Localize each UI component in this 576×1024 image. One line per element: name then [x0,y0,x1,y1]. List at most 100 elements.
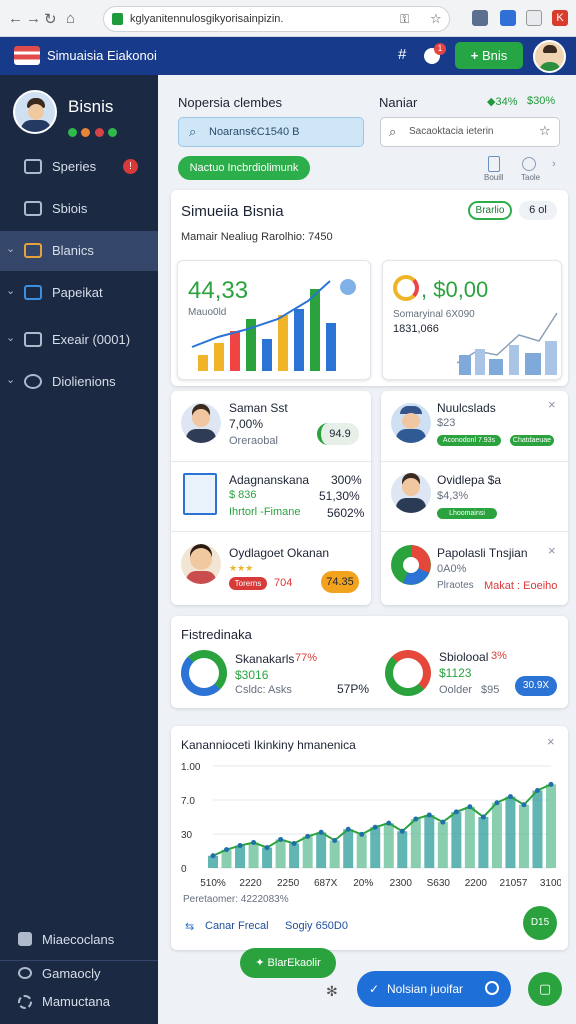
status-dots [68,124,118,142]
close-icon[interactable]: × [548,397,556,412]
x-tick-label: 687X [314,878,338,889]
chart-bar [437,822,448,868]
star-icon[interactable]: ☆ [539,123,551,139]
chart-bar [262,847,273,868]
cloud-icon[interactable] [522,157,536,171]
sidebar-item-papeikat[interactable]: ⌄ Papeikat [0,273,158,313]
sidebar-item-gamaocly[interactable]: Gamaocly [0,960,158,986]
chart-link[interactable]: Sogiy 650D0 [285,920,348,932]
city-graphic [456,312,558,375]
link-icon: ⇆ [185,921,195,933]
card-subtitle: Mamair Nealiug Rarolhio: 7450 [181,231,333,243]
home-icon[interactable]: ⌂ [66,10,75,27]
close-icon[interactable]: × [547,734,555,749]
stat-up: ◆34% [487,96,518,108]
chart-point [426,812,432,818]
fab-button[interactable]: D15 [523,906,557,940]
url-bar[interactable]: kglyanitennulosgikyorisainpizin. ⚿ ☆ [103,6,450,32]
chart-point [345,826,351,832]
chart-bar [343,829,354,868]
extension-icon[interactable] [526,10,542,26]
sidebar-item-mamuctana[interactable]: Mamuctana [0,989,158,1015]
x-tick-label: 3100 [540,878,561,889]
secondary-search-input[interactable]: ⌕ Sacaoktacia ieterin ☆ [380,117,560,147]
sidebar-item-blanics[interactable]: ⌄ Blanics [0,231,158,271]
chart-card: Kanannioceti Ikinkiny hmanenica × 1.00 7.… [171,726,568,950]
stat-value: $30% [527,95,556,107]
chart-bar [518,804,529,868]
chart-point [467,804,473,810]
chat-button[interactable]: ▢ [528,972,562,1006]
chart-point [521,802,527,808]
score-badge: 74.35 [321,571,359,593]
search-icon: ⌕ [189,124,197,139]
section-label: Naniar [379,95,418,110]
chart-link[interactable]: Canar Frecal [205,920,269,932]
value-panel[interactable]: , $0,00 Somaryinal 6X090 1831,066 [382,260,562,380]
plus-icon: ✦ [255,957,268,969]
chart-bar [424,814,435,868]
forward-icon[interactable]: → [26,10,41,27]
back-icon[interactable]: ← [8,10,23,27]
sidebar-item-speries[interactable]: Speries ! [0,147,158,187]
header-cta-button[interactable]: + Bnis [455,42,523,69]
growth-panel[interactable]: 44,33 Mauo0ld [177,260,371,380]
chart-point [318,829,324,835]
chart-point [548,781,554,787]
close-tab-icon[interactable]: K [552,10,568,26]
primary-bottom-button[interactable]: ✓ Nolsian juoifar [357,971,511,1007]
chart-bar [478,817,489,868]
star-icon[interactable]: ☆ [430,11,442,27]
chart-bar [532,790,543,868]
chart-point [480,814,486,820]
chart-point [332,837,338,843]
settings-icon[interactable]: ✻ [326,983,338,1000]
app-title: Simuaisia Eiakonoi [47,48,157,63]
chart-point [224,847,230,853]
document-icon [183,473,217,515]
extension-icon[interactable] [472,10,488,26]
sidebar-item-sbiois[interactable]: Sbiois [0,189,158,229]
avatar [391,403,431,443]
users-icon [18,967,32,979]
avatar[interactable] [533,40,566,73]
lock-icon [112,13,123,25]
profile-avatar[interactable] [13,90,57,134]
people-list-card: Saman Sst 7,00% Oreraobal 94.9 Adagnansk… [171,391,371,605]
tag: Chatdaeuae [510,435,554,446]
primary-action-button[interactable]: Nactuo Incbrdiolimunk [178,156,310,180]
drawer-icon [24,332,42,347]
close-icon[interactable]: × [548,543,556,558]
device-icon[interactable] [488,156,500,172]
chart-bar [546,784,556,868]
sidebar-item-miaecoclans[interactable]: Miaecoclans [0,920,158,960]
value-badge: 30.9X [515,676,557,696]
sidebar-item-exeair[interactable]: ⌄ Exeair (0001) [0,320,158,360]
chevron-down-icon: ⌄ [6,374,16,386]
avatar [181,544,221,584]
card-title: Fistredinaka [181,627,252,642]
plus-icon: + [470,48,482,63]
grid-icon[interactable]: # [398,46,406,63]
chart-point [494,800,500,806]
floating-action-button[interactable]: ✦ BlarEkaolir [240,948,336,978]
table-icon [24,243,42,258]
bar-graphic [191,279,356,371]
chart-bar [491,802,502,868]
kpi-value: , $0,00 [421,277,489,302]
reload-icon[interactable]: ↻ [44,10,57,28]
extension-icon[interactable] [500,10,516,26]
url-text: kglyanitennulosgikyorisainpizin. [130,13,284,25]
search-input[interactable]: ⌕ Noarans€C1540 B [178,117,364,147]
chart-point [278,836,284,842]
chart-point [251,840,257,845]
chart-title: Kanannioceti Ikinkiny hmanenica [181,738,356,752]
key-icon[interactable]: ⚿ [400,12,409,27]
x-tick-label: S630 [427,878,451,889]
contacts-card: × Nuulcslads $23 Aconodonl 7.93s Chatdae… [381,391,568,605]
chart-point [507,794,513,800]
x-tick-label: 21057 [500,878,528,889]
status-badge: Brarlio [468,201,512,220]
sidebar-item-diolienions[interactable]: ⌄ Diolienions [0,362,158,402]
chevron-right-icon[interactable]: › [552,158,556,170]
